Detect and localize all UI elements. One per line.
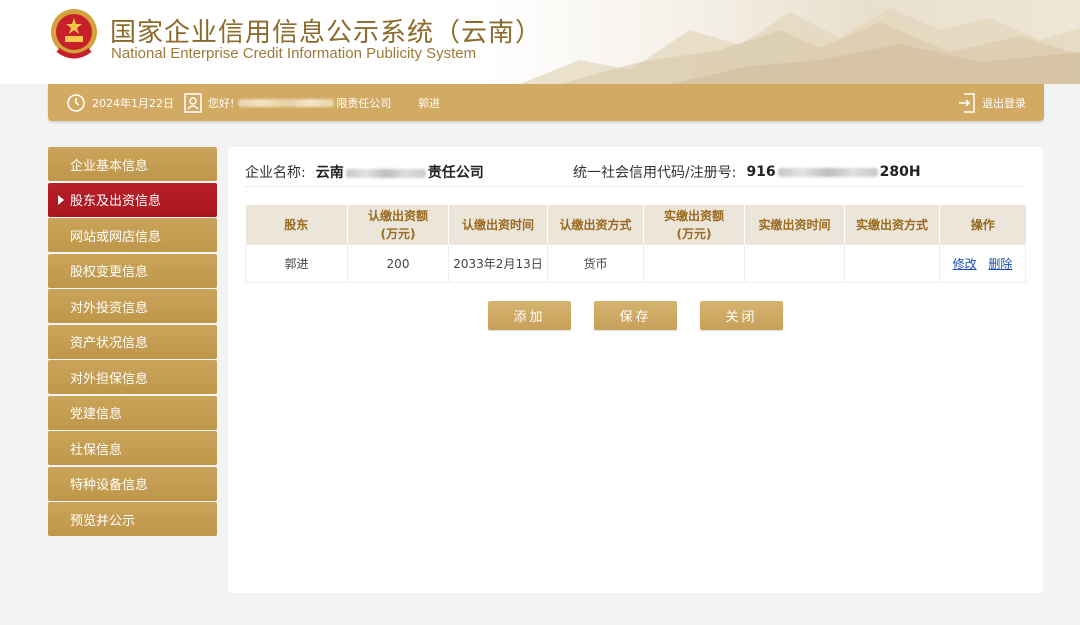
table-row: 郭进 200 2033年2月13日 货币 修改 删除	[245, 245, 1026, 283]
user-name: 郭进	[418, 96, 440, 110]
sidebar-item-party-building[interactable]: 党建信息	[48, 395, 217, 430]
sidebar-item-special-equipment[interactable]: 特种设备信息	[48, 466, 217, 501]
sidebar-item-basic-info[interactable]: 企业基本信息	[48, 147, 217, 181]
cell-paid-amount	[643, 245, 745, 283]
redacted-company-name	[238, 98, 335, 107]
sidebar-item-label: 社保信息	[70, 442, 123, 458]
sidebar-item-label: 资产状况信息	[70, 336, 149, 351]
save-button[interactable]: 保存	[594, 301, 677, 330]
credit-code-suffix: 280H	[879, 164, 921, 180]
company-name-prefix: 云南	[315, 165, 344, 181]
logout-button[interactable]: 退出登录	[958, 84, 1026, 121]
column-header-shareholder: 股东	[245, 205, 348, 245]
sidebar-item-shareholder-contribution[interactable]: 股东及出资信息	[48, 182, 217, 217]
redacted-company-name	[345, 168, 426, 178]
mountain-landscape-illustration	[520, 8, 1080, 84]
credit-code-prefix: 916	[746, 164, 776, 180]
credit-code-label: 统一社会信用代码/注册号:	[573, 165, 737, 181]
column-header-paid-amount: 实缴出资额 (万元)	[643, 205, 745, 245]
sidebar-item-external-guarantee[interactable]: 对外担保信息	[48, 360, 217, 394]
sidebar-item-label: 预览并公示	[70, 513, 136, 529]
company-name-value: 云南 责任公司	[316, 162, 484, 182]
delete-link[interactable]: 删除	[988, 257, 1012, 271]
user-greeting: 您好! 限责任公司	[184, 84, 391, 121]
add-button[interactable]: 添加	[488, 301, 571, 330]
sidebar-item-label: 企业基本信息	[70, 158, 149, 174]
column-header-subscribed-method: 认缴出资方式	[547, 205, 644, 245]
caret-right-icon	[58, 194, 64, 205]
sidebar-item-equity-change[interactable]: 股权变更信息	[48, 253, 217, 288]
site-header: 国家企业信用信息公示系统（云南） National Enterprise Cre…	[0, 0, 1080, 84]
sidebar-item-label: 党建信息	[70, 407, 123, 422]
sidebar-item-label: 对外担保信息	[70, 371, 149, 387]
action-buttons: 添加 保存 关闭	[228, 301, 1043, 331]
sidebar-item-label: 网站或网店信息	[70, 229, 162, 245]
cell-subscribed-date: 2033年2月13日	[448, 245, 548, 283]
sidebar-item-preview-publish[interactable]: 预览并公示	[48, 502, 217, 536]
cell-actions: 修改 删除	[939, 245, 1026, 283]
column-header-paid-method: 实缴出资方式	[844, 205, 940, 245]
user-card-icon	[184, 92, 202, 113]
close-button[interactable]: 关闭	[700, 301, 783, 330]
sidebar-item-label: 对外投资信息	[70, 300, 149, 316]
company-suffix-text: 限责任公司	[336, 96, 392, 110]
column-header-subscribed-date: 认缴出资时间	[448, 205, 548, 245]
sidebar-item-label: 股权变更信息	[70, 265, 149, 280]
redacted-credit-code	[777, 167, 878, 177]
cell-subscribed-method: 货币	[547, 245, 644, 283]
main-panel: 企业名称: 云南 责任公司 统一社会信用代码/注册号: 916 280H 股东 认缴…	[228, 147, 1043, 593]
site-subtitle-en: National Enterprise Credit Information P…	[111, 45, 477, 62]
credit-code-block: 统一社会信用代码/注册号: 916 280H	[573, 162, 921, 182]
company-info-row: 企业名称: 云南 责任公司 统一社会信用代码/注册号: 916 280H	[245, 158, 1025, 187]
column-header-actions: 操作	[939, 205, 1026, 245]
clock-icon	[66, 93, 86, 113]
logout-icon	[958, 92, 976, 113]
sidebar-item-website-info[interactable]: 网站或网店信息	[48, 218, 217, 252]
cell-paid-date	[744, 245, 845, 283]
shareholder-contribution-table: 股东 认缴出资额 (万元) 认缴出资时间 认缴出资方式 实缴出资额 (万元) 实…	[245, 205, 1026, 283]
column-header-paid-date: 实缴出资时间	[744, 205, 845, 245]
credit-code-value: 916 280H	[746, 164, 920, 180]
sidebar-item-label: 股东及出资信息	[70, 194, 162, 209]
sidebar-item-external-investment[interactable]: 对外投资信息	[48, 289, 217, 323]
sidebar-item-label: 特种设备信息	[70, 478, 149, 493]
company-name-label: 企业名称:	[245, 165, 306, 181]
edit-link[interactable]: 修改	[953, 257, 977, 271]
site-title: 国家企业信用信息公示系统（云南）	[110, 18, 543, 48]
cell-subscribed-amount: 200	[347, 245, 449, 283]
sidebar-item-asset-status[interactable]: 资产状况信息	[48, 324, 217, 359]
company-name-suffix: 责任公司	[427, 165, 484, 181]
logout-label: 退出登录	[982, 96, 1026, 110]
cell-paid-method	[844, 245, 940, 283]
sidebar-menu: 企业基本信息 股东及出资信息 网站或网店信息 股权变更信息 对外投资信息 资产状…	[48, 147, 217, 538]
national-emblem-logo	[51, 9, 97, 59]
column-header-subscribed-amount: 认缴出资额 (万元)	[347, 205, 449, 245]
sidebar-item-social-insurance[interactable]: 社保信息	[48, 431, 217, 465]
table-header-row: 股东 认缴出资额 (万元) 认缴出资时间 认缴出资方式 实缴出资额 (万元) 实…	[245, 205, 1026, 245]
user-info-bar: 2024年1月22日 您好! 限责任公司 郭进 退出登录	[48, 84, 1044, 121]
date-display: 2024年1月22日	[66, 84, 174, 121]
greeting-text: 您好!	[208, 96, 235, 110]
cell-shareholder: 郭进	[245, 245, 348, 283]
date-text: 2024年1月22日	[92, 96, 174, 110]
